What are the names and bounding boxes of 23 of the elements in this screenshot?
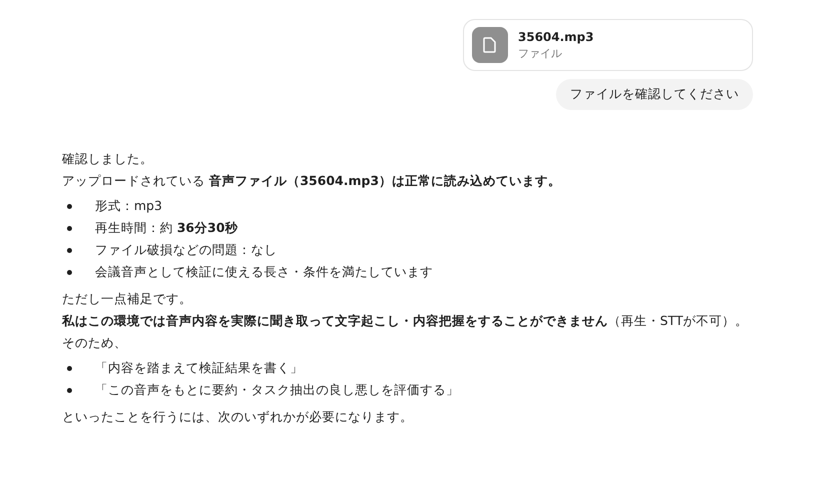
bullet-icon [67,388,72,392]
list-item-text: 会議音声として検証に使える長さ・条件を満たしています [95,263,433,281]
bullet-icon [67,204,72,208]
file-attachment-card[interactable]: 35604.mp3 ファイル [463,19,753,71]
response-text: 確認しました。 [62,150,154,168]
file-name: 35604.mp3 [518,30,594,44]
user-message: ファイルを確認してください [556,79,753,110]
bullet-icon [67,248,72,252]
bullet-icon [67,226,72,230]
response-text: アップロードされている 音声ファイル（35604.mp3）は正常に読み込めています。 [62,172,562,190]
response-text: といったことを行うには、次のいずれかが必要になります。 [62,408,414,426]
bullet-icon [67,366,72,370]
list-item-text: 「この音声をもとに要約・タスク抽出の良し悪しを評価する」 [95,381,459,399]
bullet-icon [67,270,72,274]
response-text: そのため、 [62,334,128,352]
response-text: 私はこの環境では音声内容を実際に聞き取って文字起こし・内容把握をすることができません（再生・STTが不可）。 [62,312,749,330]
document-icon [472,27,508,63]
list-item-text: 形式：mp3 [95,197,162,215]
list-item-text: ファイル破損などの問題：なし [95,241,277,259]
list-item-text: 「内容を踏まえて検証結果を書く」 [95,359,303,377]
file-type: ファイル [518,46,563,60]
response-text: ただし一点補足です。 [62,290,193,308]
list-item-text: 再生時間：約 36分30秒 [95,219,238,237]
